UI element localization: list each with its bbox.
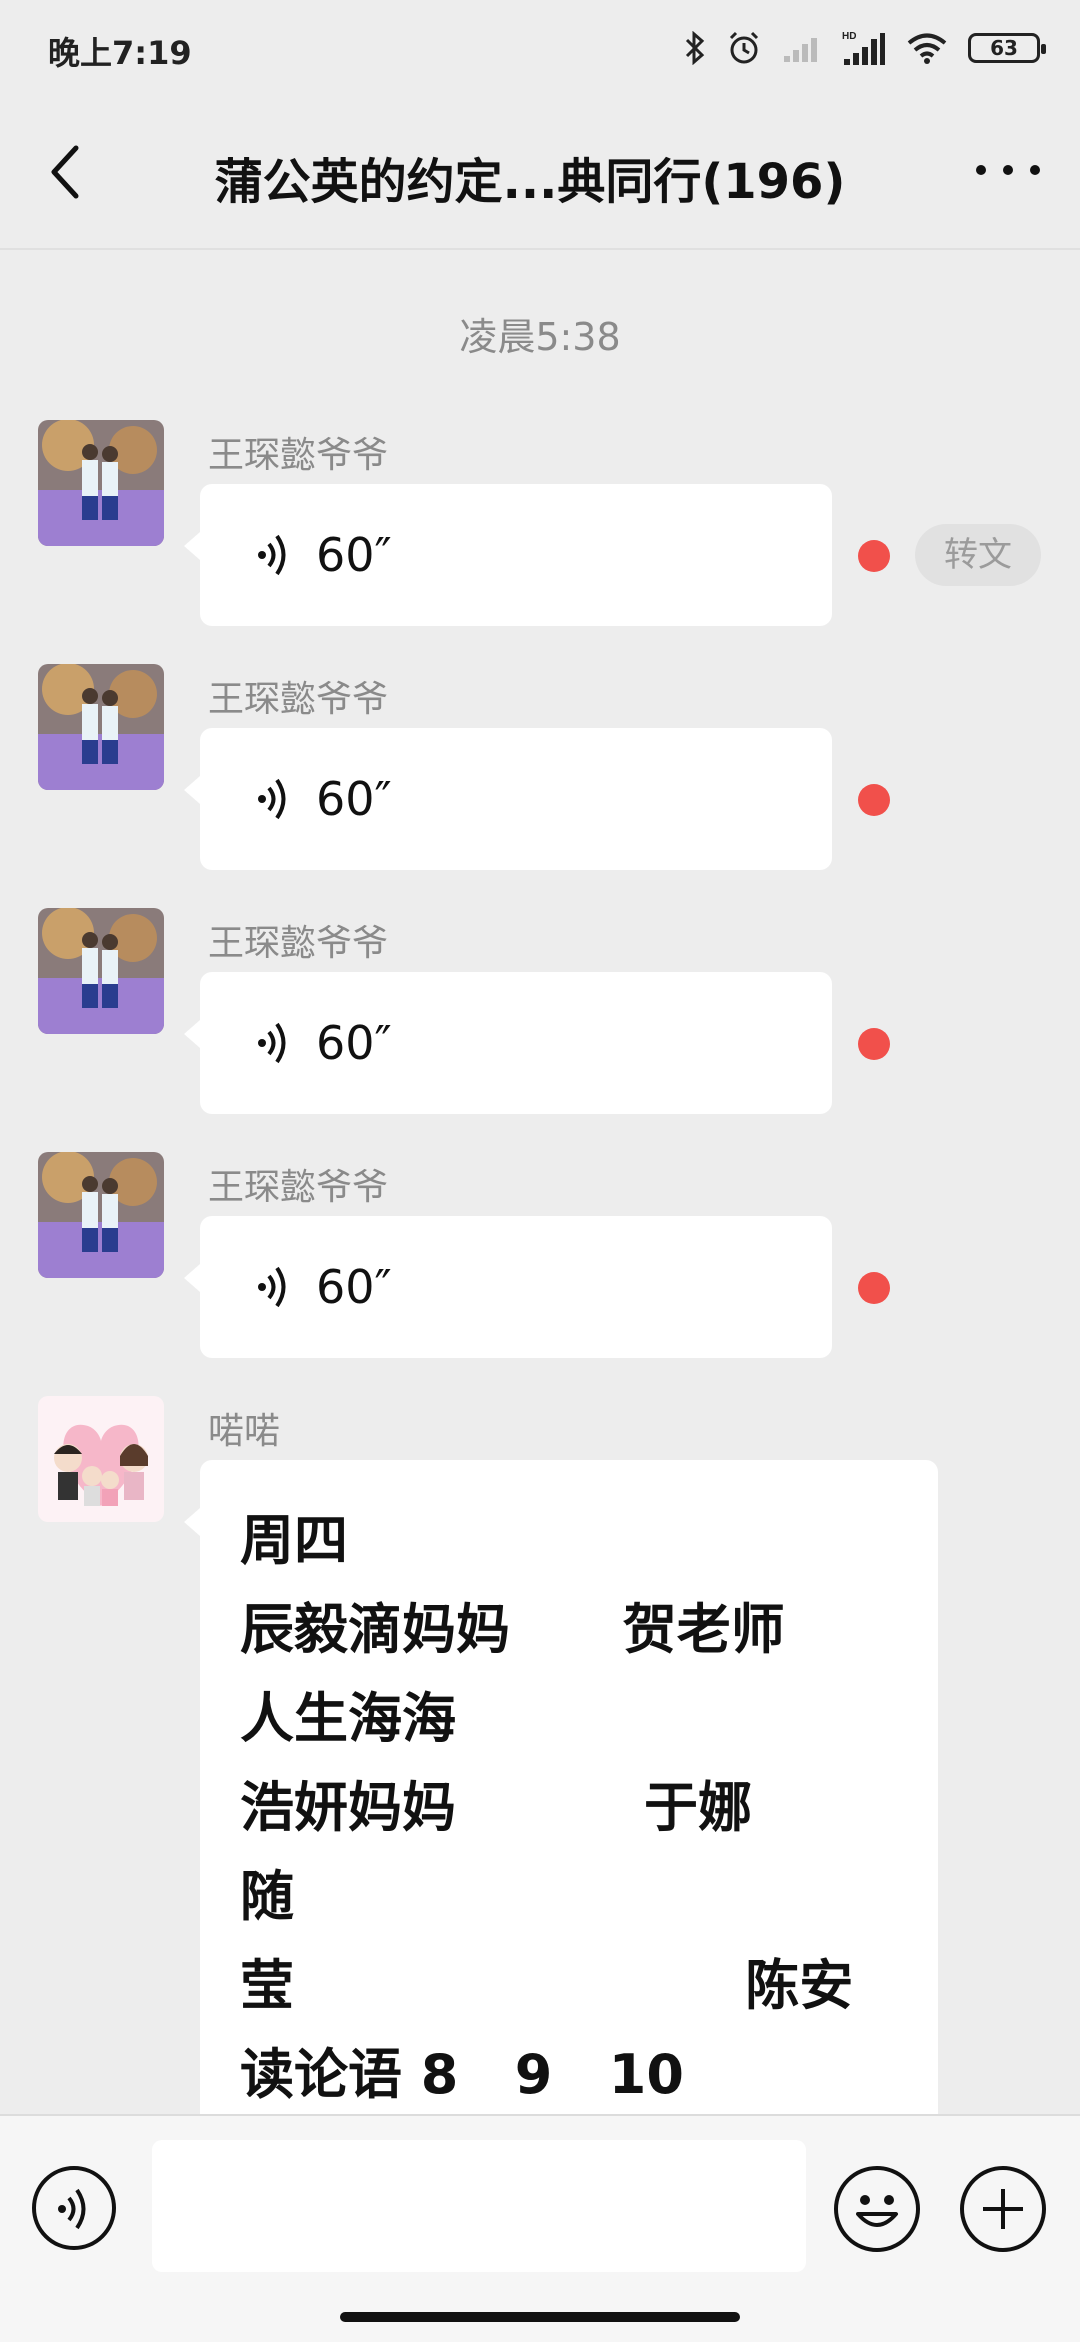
plus-button[interactable] [960, 2166, 1046, 2252]
back-button[interactable] [40, 140, 100, 204]
sender-name: 王琛懿爷爷 [208, 679, 389, 720]
sender-name: 王琛懿爷爷 [208, 1167, 389, 1208]
svg-text:HD: HD [842, 31, 856, 42]
avatar[interactable] [38, 1152, 164, 1278]
chat-title: 蒲公英的约定...典同行(196) [214, 154, 846, 210]
chevron-left-icon [51, 145, 79, 199]
unread-dot [858, 1028, 890, 1060]
sender-name: 喏喏 [208, 1411, 281, 1452]
input-bar [0, 2114, 1080, 2342]
battery-level: 63 [990, 36, 1018, 60]
avatar[interactable] [38, 1396, 164, 1522]
battery-icon: 63 [968, 33, 1046, 63]
message-line: 莹 陈安 [240, 1954, 854, 2017]
message-line: 浩妍妈妈 于娜 [240, 1776, 752, 1839]
alarm-icon [729, 31, 759, 64]
sender-name: 王琛懿爷爷 [208, 923, 389, 964]
emoji-button[interactable] [834, 2166, 920, 2252]
voice-duration: 60″ [316, 528, 392, 582]
voice-input-button[interactable] [32, 2166, 116, 2250]
avatar[interactable] [38, 664, 164, 790]
voice-play-icon [258, 1266, 286, 1308]
voice-bubble[interactable]: 60″ [184, 728, 832, 870]
voice-play-icon [258, 1022, 286, 1064]
voice-play-icon [258, 778, 286, 820]
more-button[interactable] [976, 156, 1040, 184]
avatar[interactable] [38, 420, 164, 546]
status-bar: 晚上7:19 HD 63 [0, 0, 1080, 96]
voice-play-icon [258, 534, 286, 576]
hd-signal-icon: HD [842, 31, 885, 65]
avatar[interactable] [38, 908, 164, 1034]
voice-duration: 60″ [316, 772, 392, 826]
voice-bubble[interactable]: 60″ [184, 972, 832, 1114]
message-line: 周四 [240, 1509, 348, 1572]
text-bubble[interactable]: 周四 辰毅滴妈妈 贺老师 人生海海 浩妍妈妈 于娜 随 莹 陈安 读论语 8 9… [184, 1460, 938, 2160]
unread-dot [858, 784, 890, 816]
bluetooth-icon [685, 31, 705, 65]
sender-name: 王琛懿爷爷 [208, 435, 389, 476]
voice-duration: 60″ [316, 1016, 392, 1070]
convert-to-text-button[interactable]: 转文 [915, 524, 1041, 586]
voice-bubble[interactable]: 60″ [184, 484, 832, 626]
unread-dot [858, 540, 890, 572]
message-line: 人生海海 [240, 1687, 456, 1750]
emoji-icon [856, 2195, 898, 2227]
wifi-icon [907, 33, 947, 64]
signal-weak-icon [784, 38, 817, 62]
message-line: 辰毅滴妈妈 贺老师 [240, 1598, 785, 1661]
time-separator: 凌晨5:38 [459, 315, 621, 359]
chat-header: 蒲公英的约定...典同行(196) [0, 96, 1080, 250]
unread-dot [858, 1272, 890, 1304]
voice-input-icon [58, 2188, 86, 2230]
status-time: 晚上7:19 [48, 34, 192, 72]
voice-duration: 60″ [316, 1260, 392, 1314]
voice-bubble[interactable]: 60″ [184, 1216, 832, 1358]
message-line: 读论语 8 9 10 [240, 2043, 684, 2106]
message-input[interactable] [152, 2140, 806, 2272]
message-line: 随 [240, 1865, 294, 1928]
ellipsis-icon [976, 165, 986, 175]
status-icons: HD 63 [684, 26, 1046, 70]
home-indicator[interactable] [340, 2312, 740, 2322]
